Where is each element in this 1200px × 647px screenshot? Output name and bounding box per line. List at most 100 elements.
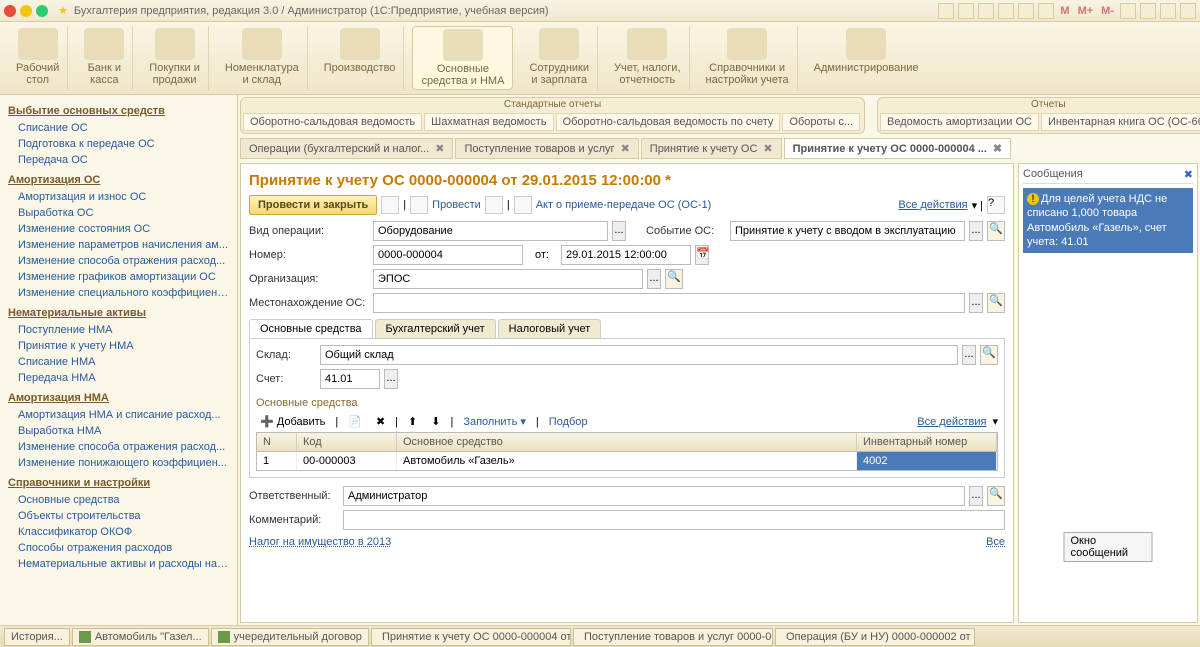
favorite-icon[interactable]: ★: [58, 4, 68, 17]
section-6[interactable]: Сотрудникии зарплата: [521, 26, 598, 90]
location-input[interactable]: [373, 293, 965, 313]
print-icon[interactable]: [514, 196, 532, 214]
tb-icon-3[interactable]: [978, 3, 994, 19]
doc-tab[interactable]: Поступление товаров и услуг✖: [455, 138, 638, 159]
add-row-button[interactable]: ➕ Добавить: [256, 413, 329, 430]
sidebar-item[interactable]: Изменение способа отражения расход...: [4, 253, 233, 269]
window-close-dot[interactable]: [4, 5, 16, 17]
dt-kt-icon[interactable]: [485, 196, 503, 214]
tab-close-icon[interactable]: ✖: [763, 142, 772, 155]
section-9[interactable]: Администрирование: [806, 26, 927, 90]
sidebar-item[interactable]: Списание НМА: [4, 354, 233, 370]
tb-icon-2[interactable]: [958, 3, 974, 19]
delete-row-icon[interactable]: ✖: [372, 413, 389, 430]
section-1[interactable]: Банк икасса: [76, 26, 133, 90]
report-item[interactable]: Обороты с...: [782, 113, 860, 131]
org-input[interactable]: [373, 269, 643, 289]
cell-n[interactable]: 1: [257, 452, 297, 470]
sidebar-item[interactable]: Способы отражения расходов: [4, 540, 233, 556]
report-item[interactable]: Оборотно-сальдовая ведомость по счету: [556, 113, 781, 131]
sidebar-item[interactable]: Принятие к учету НМА: [4, 338, 233, 354]
tb-icon-5[interactable]: [1018, 3, 1034, 19]
cell-code[interactable]: 00-000003: [297, 452, 397, 470]
sidebar-item[interactable]: Изменение способа отражения расход...: [4, 439, 233, 455]
sidebar-item[interactable]: Изменение графиков амортизации ОС: [4, 269, 233, 285]
help-form-icon[interactable]: ?: [987, 196, 1005, 214]
section-7[interactable]: Учет, налоги,отчетность: [606, 26, 689, 90]
report-item[interactable]: Оборотно-сальдовая ведомость: [243, 113, 422, 131]
sidebar-item[interactable]: Выработка ОС: [4, 205, 233, 221]
m-plus-btn[interactable]: M+: [1076, 5, 1096, 17]
post-icon[interactable]: [410, 196, 428, 214]
doc-tab[interactable]: Принятие к учету ОС 0000-000004 ...✖: [784, 138, 1012, 159]
sidebar-item[interactable]: Передача НМА: [4, 370, 233, 386]
select-button[interactable]: Подбор: [545, 414, 592, 430]
tab-close-icon[interactable]: ✖: [435, 142, 444, 155]
cell-name[interactable]: Автомобиль «Газель»: [397, 452, 857, 470]
sub-tab[interactable]: Основные средства: [249, 319, 373, 338]
comment-input[interactable]: [343, 510, 1005, 530]
taskbar-item[interactable]: Операция (БУ и НУ) 0000-000002 от 28.01.…: [775, 628, 975, 646]
close-icon[interactable]: [1180, 3, 1196, 19]
op-type-input[interactable]: [373, 221, 608, 241]
taskbar-item[interactable]: История...: [4, 628, 70, 646]
section-8[interactable]: Справочники инастройки учета: [698, 26, 798, 90]
window-min-dot[interactable]: [20, 5, 32, 17]
sidebar-item[interactable]: Поступление НМА: [4, 322, 233, 338]
sidebar-item[interactable]: Объекты строительства: [4, 508, 233, 524]
sidebar-item[interactable]: Списание ОС: [4, 120, 233, 136]
tb-icon-6[interactable]: [1038, 3, 1054, 19]
sub-tab[interactable]: Налоговый учет: [498, 319, 602, 338]
sidebar-item[interactable]: Амортизация и износ ОС: [4, 189, 233, 205]
responsible-input[interactable]: [343, 486, 965, 506]
report-item[interactable]: Шахматная ведомость: [424, 113, 553, 131]
op-type-ddl[interactable]: ...: [612, 221, 626, 241]
sidebar-item[interactable]: Передача ОС: [4, 152, 233, 168]
tab-close-icon[interactable]: ✖: [993, 142, 1002, 155]
warehouse-ddl[interactable]: ...: [962, 345, 976, 365]
cell-inv[interactable]: 4002: [857, 452, 997, 470]
sidebar-item[interactable]: Выработка НМА: [4, 423, 233, 439]
sidebar-item[interactable]: Нематериальные активы и расходы на ...: [4, 556, 233, 572]
section-2[interactable]: Покупки ипродажи: [141, 26, 209, 90]
org-ddl[interactable]: ...: [647, 269, 661, 289]
report-item[interactable]: Инвентарная книга ОС (ОС-6б): [1041, 113, 1200, 131]
sidebar-group[interactable]: Нематериальные активы: [8, 307, 229, 319]
event-search[interactable]: 🔍: [987, 221, 1005, 241]
col-n[interactable]: N: [257, 433, 297, 451]
save-icon[interactable]: [381, 196, 399, 214]
all-link[interactable]: Все: [986, 536, 1005, 548]
message-item[interactable]: !Для целей учета НДС не списано 1,000 то…: [1023, 188, 1193, 253]
doc-tab[interactable]: Операции (бухгалтерский и налог...✖: [240, 138, 453, 159]
doc-tab[interactable]: Принятие к учету ОС✖: [641, 138, 782, 159]
warehouse-search[interactable]: 🔍: [980, 345, 998, 365]
grid-all-actions[interactable]: Все действия: [917, 416, 986, 428]
col-name[interactable]: Основное средство: [397, 433, 857, 451]
tab-close-icon[interactable]: ✖: [621, 142, 630, 155]
m-btn[interactable]: M: [1058, 5, 1071, 17]
number-input[interactable]: [373, 245, 523, 265]
copy-row-icon[interactable]: 📄: [344, 413, 366, 430]
sidebar-item[interactable]: Изменение понижающего коэффициен...: [4, 455, 233, 471]
act-link[interactable]: Акт о приеме-передаче ОС (ОС-1): [536, 199, 712, 211]
sidebar-group[interactable]: Выбытие основных средств: [8, 105, 229, 117]
sidebar-group[interactable]: Амортизация НМА: [8, 392, 229, 404]
section-4[interactable]: Производство: [316, 26, 405, 90]
tb-icon-4[interactable]: [998, 3, 1014, 19]
responsible-ddl[interactable]: ...: [969, 486, 983, 506]
post-and-close-button[interactable]: Провести и закрыть: [249, 195, 377, 215]
help-icon[interactable]: [1120, 3, 1136, 19]
move-down-icon[interactable]: ⬇: [427, 413, 444, 430]
restore-icon[interactable]: [1160, 3, 1176, 19]
window-max-dot[interactable]: [36, 5, 48, 17]
taskbar-item[interactable]: Поступление товаров и услуг 0000-000002 …: [573, 628, 773, 646]
min-icon[interactable]: [1140, 3, 1156, 19]
date-input[interactable]: [561, 245, 691, 265]
taskbar-item[interactable]: учередительный договор: [211, 628, 369, 646]
move-up-icon[interactable]: ⬆: [404, 413, 421, 430]
event-input[interactable]: [730, 221, 965, 241]
sidebar-item[interactable]: Амортизация НМА и списание расход...: [4, 407, 233, 423]
warehouse-input[interactable]: [320, 345, 958, 365]
sidebar-group[interactable]: Справочники и настройки: [8, 477, 229, 489]
report-item[interactable]: Ведомость амортизации ОС: [880, 113, 1039, 131]
